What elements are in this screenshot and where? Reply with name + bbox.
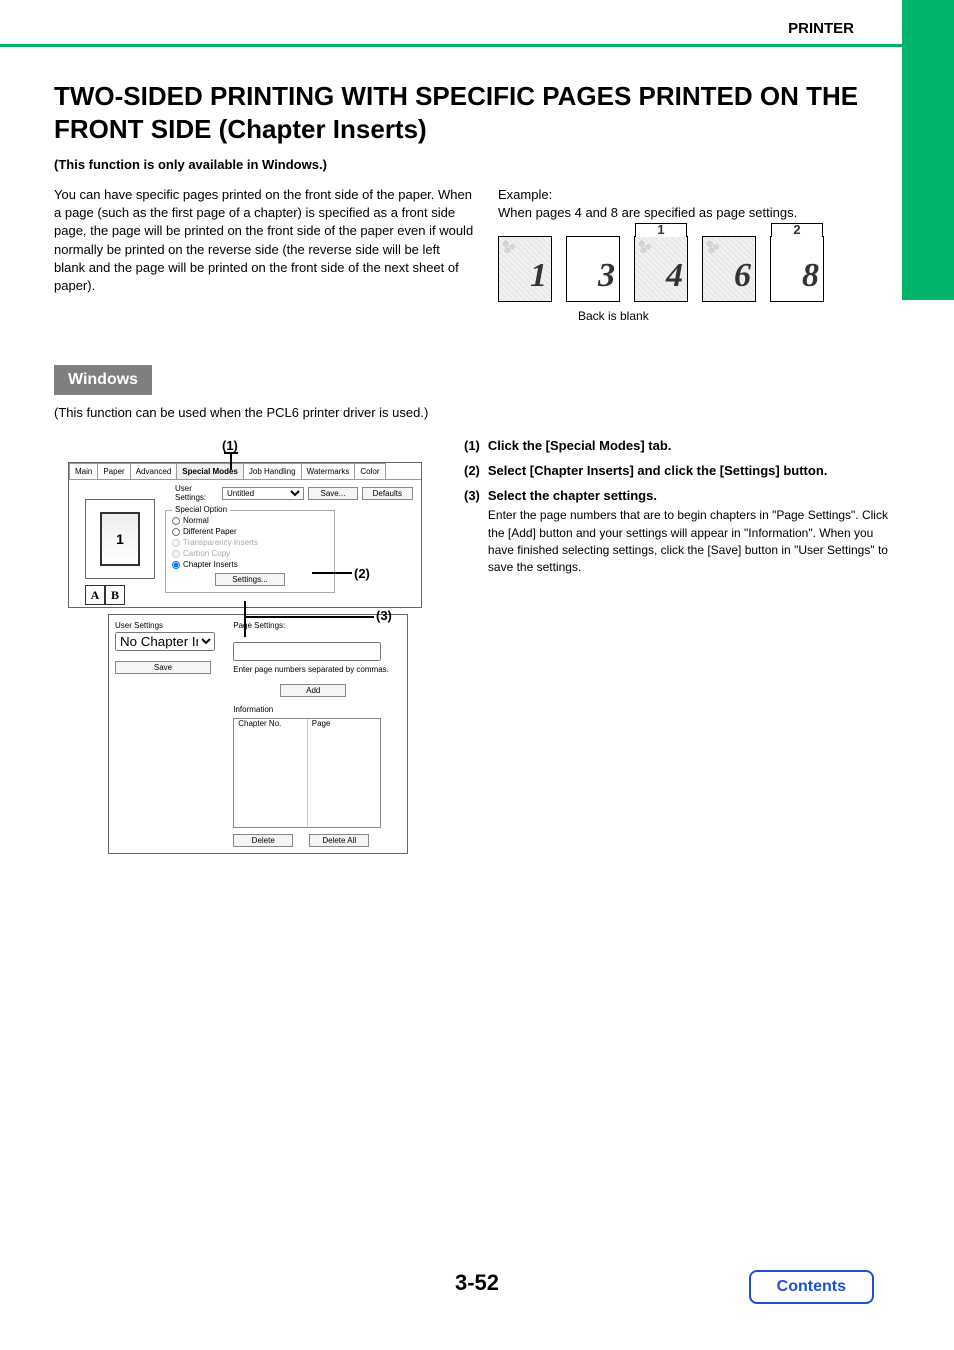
tab-special-modes[interactable]: Special Modes [176, 463, 244, 479]
step-3-body: Enter the page numbers that are to begin… [488, 507, 900, 577]
intro-paragraph: You can have specific pages printed on t… [54, 186, 474, 325]
tab-watermarks[interactable]: Watermarks [301, 463, 356, 479]
chapter-preset-select[interactable]: No Chapter Inserts [115, 632, 215, 651]
step-1-number: (1) [464, 438, 480, 453]
tab-main[interactable]: Main [69, 463, 98, 479]
page-numbers-hint: Enter page numbers separated by commas. [233, 665, 393, 674]
page-numbers-input[interactable] [233, 642, 381, 661]
step-3-number: (3) [464, 488, 480, 577]
step-3-head: Select the chapter settings. [488, 488, 900, 503]
radio-normal[interactable] [172, 517, 180, 525]
example-label: Example: [498, 186, 900, 204]
sub-save-button[interactable]: Save [115, 661, 211, 674]
page-settings-label: Page Settings: [233, 621, 393, 630]
back-is-blank-caption: Back is blank [498, 308, 900, 325]
user-settings-label: User Settings: [175, 484, 218, 502]
tab-color[interactable]: Color [354, 463, 385, 479]
settings-button[interactable]: Settings... [215, 573, 285, 586]
preview-thumbnail: 1 [85, 499, 155, 579]
dialog-tabs[interactable]: Main Paper Advanced Special Modes Job Ha… [69, 463, 421, 480]
page-title: TWO-SIDED PRINTING WITH SPECIFIC PAGES P… [54, 80, 900, 145]
pcl-note: (This function can be used when the PCL6… [54, 405, 900, 420]
information-list[interactable]: Chapter No. Page [233, 718, 381, 828]
radio-different-paper[interactable] [172, 528, 180, 536]
special-option-legend: Special Option [172, 505, 230, 514]
delete-button[interactable]: Delete [233, 834, 293, 847]
windows-only-note: (This function is only available in Wind… [54, 157, 900, 172]
contents-button[interactable]: Contents [749, 1270, 874, 1304]
radio-chapter-inserts[interactable] [172, 561, 180, 569]
step-2-head: Select [Chapter Inserts] and click the [… [488, 463, 828, 478]
delete-all-button[interactable]: Delete All [309, 834, 369, 847]
user-settings-select[interactable]: Untitled [222, 487, 304, 500]
tab-advanced[interactable]: Advanced [130, 463, 178, 479]
radio-transparency [172, 539, 180, 547]
callout-3: (3) [376, 608, 392, 623]
sub-user-settings-label: User Settings [115, 621, 219, 630]
callout-1: (1) [222, 438, 238, 453]
save-button[interactable]: Save... [308, 487, 357, 500]
radio-carbon [172, 550, 180, 558]
callout-2: (2) [354, 566, 370, 581]
windows-badge: Windows [54, 365, 152, 395]
example-description: When pages 4 and 8 are specified as page… [498, 204, 900, 222]
step-2-number: (2) [464, 463, 480, 478]
add-button[interactable]: Add [280, 684, 346, 697]
tab-job-handling[interactable]: Job Handling [243, 463, 302, 479]
information-label: Information [233, 705, 393, 714]
example-diagram: 1 3 14 6 28 [498, 236, 900, 302]
defaults-button[interactable]: Defaults [362, 487, 413, 500]
tab-paper[interactable]: Paper [97, 463, 130, 479]
step-1-head: Click the [Special Modes] tab. [488, 438, 672, 453]
ab-toggle[interactable]: AB [85, 585, 125, 605]
